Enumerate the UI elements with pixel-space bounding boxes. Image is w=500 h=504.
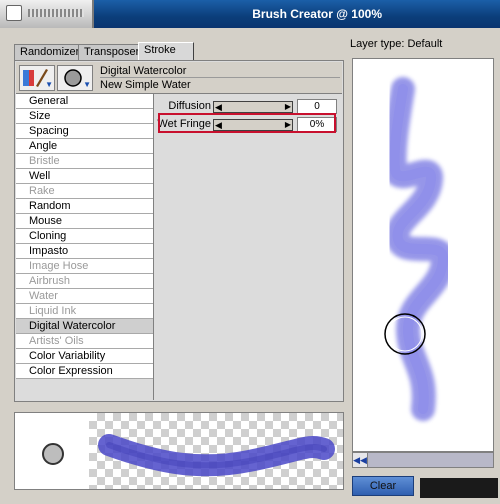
- tab-transposer[interactable]: Transposer: [78, 44, 146, 60]
- list-item-spacing[interactable]: Spacing: [16, 124, 153, 139]
- list-item-color-variability[interactable]: Color Variability: [16, 349, 153, 364]
- brush-category-selector[interactable]: ▼: [19, 65, 55, 91]
- list-item-image-hose: Image Hose: [16, 259, 153, 274]
- list-item-impasto[interactable]: Impasto: [16, 244, 153, 259]
- list-item-size[interactable]: Size: [16, 109, 153, 124]
- title-bar: Brush Creator @ 100%: [0, 0, 500, 28]
- scratch-pad-canvas[interactable]: [352, 58, 494, 452]
- dab-preview: [42, 443, 64, 465]
- chevron-down-icon: ▼: [83, 80, 91, 89]
- preview-stroke: [98, 434, 335, 477]
- slider-knob-icon[interactable]: ◀: [215, 102, 222, 112]
- brush-category-name: Digital Watercolor: [100, 65, 187, 77]
- list-item-well[interactable]: Well: [16, 169, 153, 184]
- diffusion-slider[interactable]: ◀ ▶: [213, 101, 293, 113]
- list-item-artists-oils: Artists' Oils: [16, 334, 153, 349]
- chevron-down-icon: ▼: [45, 80, 53, 89]
- brush-variant-selector[interactable]: ▼: [57, 65, 93, 91]
- list-item-general[interactable]: General: [16, 94, 153, 109]
- diffusion-value-field[interactable]: 0: [297, 99, 337, 114]
- canvas-stroke: [382, 77, 456, 421]
- layer-type-label: Layer type: Default: [350, 38, 443, 50]
- brush-selector-bar: ▼ ▼ Digital Watercolor New Simple Water: [16, 62, 342, 94]
- drag-grip[interactable]: [28, 9, 84, 17]
- window-title: Brush Creator @ 100%: [252, 7, 382, 21]
- canvas-scrollbar[interactable]: ◀◀: [352, 452, 494, 468]
- bottom-bar: [420, 478, 498, 498]
- title-bar-left: [0, 0, 94, 28]
- list-item-water: Water: [16, 289, 153, 304]
- list-item-digital-watercolor[interactable]: Digital Watercolor: [16, 319, 153, 334]
- tab-randomizer[interactable]: Randomizer: [14, 44, 86, 60]
- stroke-preview-area: [89, 413, 343, 489]
- list-item-mouse[interactable]: Mouse: [16, 214, 153, 229]
- app-icon: [6, 5, 22, 21]
- list-item-liquid-ink: Liquid Ink: [16, 304, 153, 319]
- list-item-cloning[interactable]: Cloning: [16, 229, 153, 244]
- list-item-angle[interactable]: Angle: [16, 139, 153, 154]
- list-item-bristle: Bristle: [16, 154, 153, 169]
- list-item-random[interactable]: Random: [16, 199, 153, 214]
- scroll-left-icon[interactable]: ◀◀: [353, 453, 368, 467]
- list-item-airbrush: Airbrush: [16, 274, 153, 289]
- divider: [100, 77, 340, 78]
- diffusion-label: Diffusion: [168, 100, 211, 112]
- tab-stroke-designer[interactable]: Stroke Designer: [138, 42, 195, 71]
- list-item-rake: Rake: [16, 184, 153, 199]
- list-item-color-expression[interactable]: Color Expression: [16, 364, 153, 379]
- clear-button[interactable]: Clear: [352, 476, 414, 496]
- stroke-preview: [14, 412, 344, 490]
- slider-arrow-icon[interactable]: ▶: [285, 102, 291, 112]
- brush-category-list: General Size Spacing Angle Bristle Well …: [16, 94, 154, 400]
- brush-variant-name: New Simple Water: [100, 79, 191, 91]
- highlight-box: [158, 113, 336, 133]
- stroke-designer-panel: ▼ ▼ Digital Watercolor New Simple Water …: [14, 60, 344, 402]
